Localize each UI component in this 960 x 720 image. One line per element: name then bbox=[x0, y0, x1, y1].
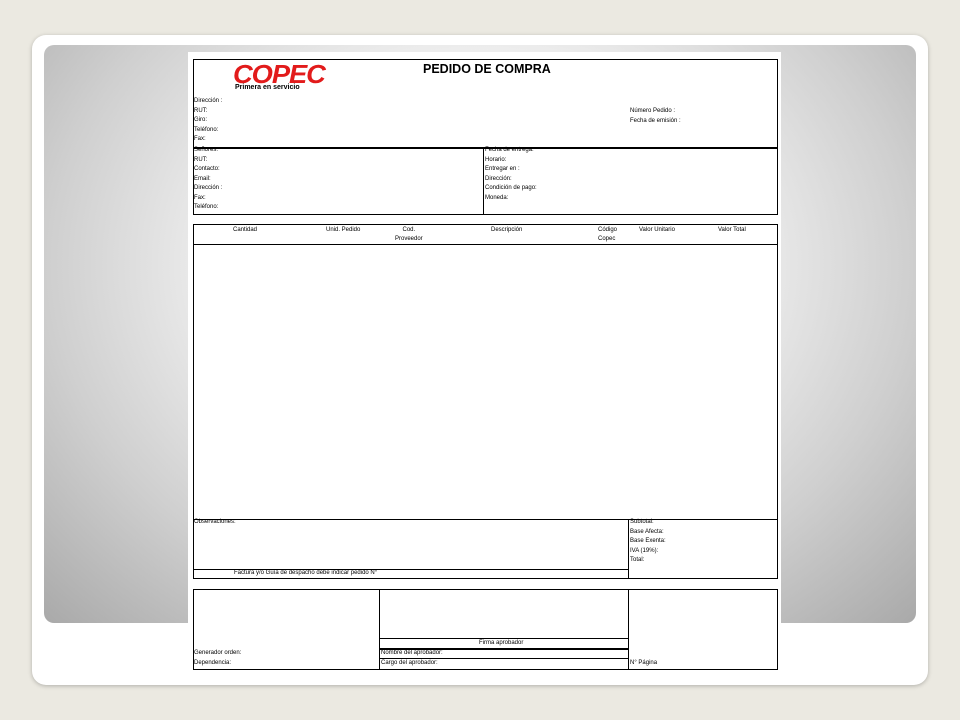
supplier-field: Dirección : bbox=[194, 185, 223, 191]
order-fields: Número Pedido : Fecha de emisión : bbox=[630, 107, 681, 126]
issue-date-label: Fecha de emisión : bbox=[630, 117, 681, 124]
order-generator-label: Generador orden: bbox=[194, 650, 242, 656]
page-number-label: N° Página bbox=[630, 660, 658, 666]
supplier-fields: Señores: RUT: Contacto: Email: Dirección… bbox=[194, 146, 222, 213]
logo-wordmark: COPEC bbox=[233, 59, 326, 89]
col-valor-total: Valor Total bbox=[718, 227, 746, 233]
delivery-field: Condición de pago: bbox=[485, 185, 537, 191]
col-cod-proveedor-line2: Proveedor bbox=[395, 236, 423, 242]
company-field: RUT: bbox=[194, 107, 208, 114]
supplier-field: RUT: bbox=[194, 156, 208, 163]
total-label: Total: bbox=[630, 557, 645, 563]
signature-label: Firma aprobador bbox=[479, 640, 524, 646]
items-header-divider bbox=[193, 244, 778, 245]
col-unid-pedido: Unid. Pedido bbox=[326, 227, 361, 233]
observations-label: Observaciones: bbox=[194, 519, 236, 525]
company-field: Fax: bbox=[194, 136, 206, 142]
supplier-field: Contacto: bbox=[194, 166, 220, 172]
delivery-fields: Fecha de entrega: Horario: Entregar en :… bbox=[485, 146, 537, 203]
base-exenta-label: Base Exenta: bbox=[630, 538, 666, 544]
items-table bbox=[193, 224, 778, 520]
col-cod-proveedor-line1: Cod. bbox=[402, 227, 416, 233]
order-number-label: Número Pedido : bbox=[630, 108, 676, 114]
col-codigo-copec: Código Copec bbox=[598, 226, 617, 244]
company-field: Dirección : bbox=[194, 98, 223, 104]
delivery-field: Dirección: bbox=[485, 175, 512, 182]
supplier-divider bbox=[483, 147, 484, 215]
base-afecta-label: Base Afecta: bbox=[630, 528, 664, 535]
col-codigo-copec-line2: Copec bbox=[598, 236, 616, 242]
col-cod-proveedor: Cod. Proveedor bbox=[395, 226, 423, 244]
delivery-field: Moneda: bbox=[485, 194, 509, 201]
company-fields: Dirección : RUT: Giro: Teléfono: Fax: bbox=[194, 97, 222, 145]
approver-role-label: Cargo del aprobador: bbox=[381, 660, 438, 666]
delivery-field: Entregar en : bbox=[485, 166, 520, 172]
col-cantidad: Cantidad bbox=[233, 227, 258, 233]
col-descripcion: Descripción bbox=[491, 227, 523, 233]
approver-name-label: Nombre del aprobador: bbox=[381, 650, 443, 656]
department-label: Dependencia: bbox=[194, 660, 232, 666]
purchase-order-document: COPEC Primera en servicio PEDIDO DE COMP… bbox=[188, 52, 781, 670]
supplier-field: Señores: bbox=[194, 147, 219, 153]
invoice-note: Factura y/o Guía de despacho debe indica… bbox=[234, 570, 378, 576]
supplier-field: Email: bbox=[194, 175, 211, 182]
company-field: Teléfono: bbox=[194, 126, 219, 133]
col-valor-unitario: Valor Unitario bbox=[639, 227, 675, 233]
delivery-field: Fecha de entrega: bbox=[485, 147, 534, 153]
iva-label: IVA (19%): bbox=[630, 547, 659, 554]
col-codigo-copec-line1: Código bbox=[598, 227, 618, 233]
totals-fields: Subtotal: Base Afecta: Base Exenta: IVA … bbox=[630, 518, 666, 566]
supplier-field: Fax: bbox=[194, 194, 206, 201]
delivery-field: Horario: bbox=[485, 156, 507, 163]
company-field: Giro: bbox=[194, 117, 208, 123]
document-title: PEDIDO DE COMPRA bbox=[423, 62, 551, 76]
copec-logo: COPEC Primera en servicio bbox=[233, 61, 326, 91]
supplier-field: Teléfono: bbox=[194, 204, 219, 210]
totals-divider bbox=[628, 519, 629, 579]
subtotal-label: Subtotal: bbox=[630, 519, 654, 525]
